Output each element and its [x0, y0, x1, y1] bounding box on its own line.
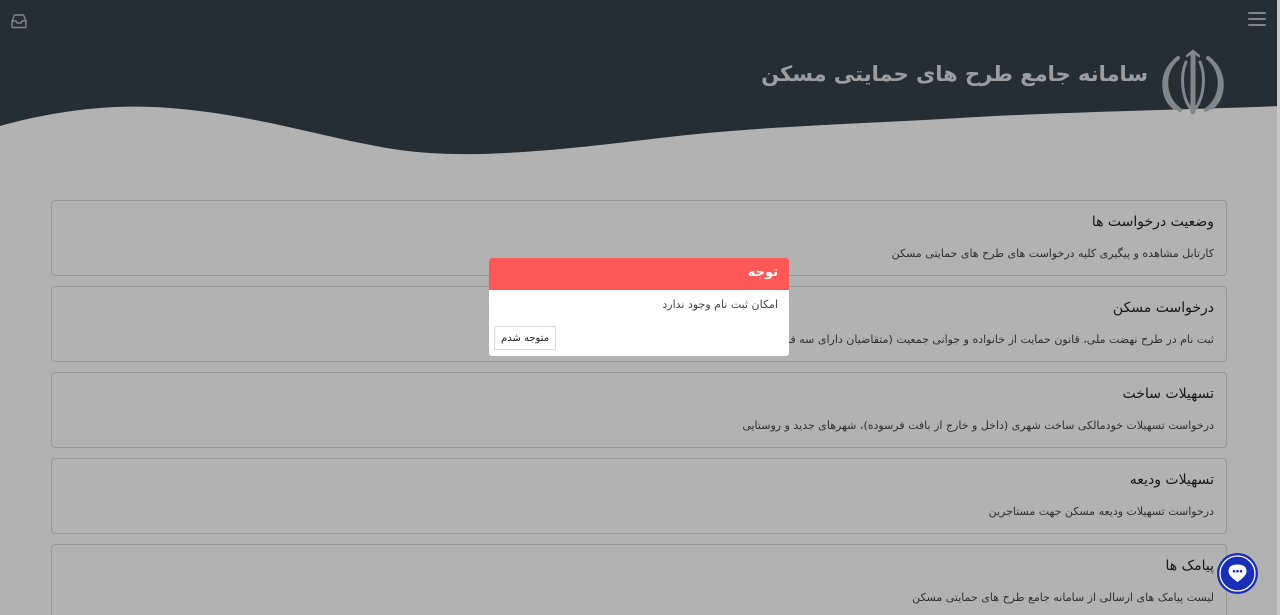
- chat-support-icon: [1219, 555, 1256, 592]
- dialog-title: توجه: [489, 258, 789, 290]
- alert-dialog: توجه امکان ثبت نام وجود ندارد متوجه شدم: [489, 258, 789, 356]
- chat-support-button[interactable]: [1217, 553, 1258, 594]
- acknowledge-button[interactable]: متوجه شدم: [494, 326, 557, 350]
- page: سامانه جامع طرح های حمایتی مسکن وضعیت در…: [0, 0, 1280, 615]
- dialog-message: امکان ثبت نام وجود ندارد: [662, 298, 778, 311]
